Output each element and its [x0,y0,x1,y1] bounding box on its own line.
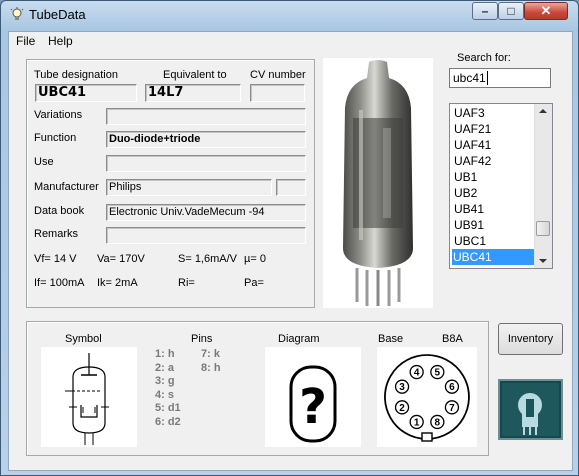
tube-list-item[interactable]: UB2 [453,185,536,201]
list-scrollbar[interactable] [534,104,552,268]
base-panel: 12 34 56 78 [377,347,477,447]
equivalent-header: Equivalent to [163,69,227,81]
pa-value: Pa= [244,277,264,289]
tube-list-item[interactable]: UB91 [453,217,536,233]
base-type-label: B8A [442,333,463,345]
search-input[interactable]: ubc41 [449,68,551,88]
base-pin-number: 7 [449,403,455,414]
if-value: If= 100mA [34,277,85,289]
menu-help[interactable]: Help [48,34,73,48]
designation-header: Tube designation [34,69,118,81]
menu-file[interactable]: File [16,34,35,48]
scroll-up-icon[interactable] [539,109,547,113]
base-pin-number: 5 [435,368,441,379]
tube-list-item[interactable]: UB41 [453,201,536,217]
pin-entry: 2: a [155,361,174,374]
databook-label: Data book [34,205,85,217]
maximize-icon: □ [507,4,515,18]
variations-field[interactable] [106,108,306,125]
diagram-label: Diagram [278,333,320,345]
tube-list-item[interactable]: UAF42 [453,153,536,169]
pin-entry: 4: s [155,388,174,401]
close-button[interactable]: ✕ [524,2,568,20]
cv-header: CV number [250,69,306,81]
pin-entry: 8: h [201,361,221,374]
remarks-label: Remarks [34,228,79,240]
pin-entry: 1: h [155,348,175,360]
manufacturer-field[interactable]: Philips [106,179,272,196]
scroll-down-icon[interactable] [539,259,547,263]
diagram-panel: ? [265,347,361,447]
tube-list-item[interactable]: UAF3 [453,105,536,121]
mu-value: µ= 0 [244,253,266,265]
va-value: Va= 170V [97,253,145,265]
base-pinout-icon: 12 34 56 78 [384,354,470,442]
use-field[interactable] [106,155,306,172]
search-value: ubc41 [453,71,486,85]
close-icon: ✕ [540,3,552,18]
app-window: TubeData – □ ✕ File Help Tube designatio… [0,0,579,476]
tube-list-item[interactable]: UBC1 [453,233,536,249]
manufacturer-extra-field[interactable] [276,179,306,196]
ik-value: Ik= 2mA [97,277,138,289]
pin-entry: 6: d2 [155,415,181,428]
window-title: TubeData [29,7,86,22]
tube-list-item[interactable]: UAF41 [453,137,536,153]
title-bar[interactable]: TubeData – □ ✕ [1,1,578,29]
bulb-icon [10,7,24,20]
tubedata-logo [498,379,563,440]
tube-list[interactable]: UAF3 UAF21 UAF41 UAF42 UB1 UB2 UB41 UB91 UBC1 UBC… [449,103,553,269]
variations-label: Variations [34,109,83,121]
databook-field[interactable]: Electronic Univ.VadeMecum -94 [106,204,306,221]
client-area: File Help Tube designation Equivalent to… [8,31,573,471]
base-pin-number: 3 [399,382,405,393]
base-pin-number: 1 [414,417,420,428]
function-label: Function [34,132,77,144]
remarks-field[interactable] [106,227,306,244]
tube-list-item[interactable]: UBC41 [452,249,537,265]
pin-entry: 3: g [155,375,175,387]
tube-list-item[interactable]: UB1 [453,169,536,185]
ri-value: Ri= [178,277,195,289]
use-label: Use [34,156,54,168]
base-label: Base [378,333,404,345]
base-pin-number: 4 [414,368,420,379]
minimize-button[interactable]: – [472,2,498,20]
symbol-label: Symbol [65,333,102,345]
s-value: S= 1,6mA/V [178,253,238,265]
cv-field[interactable] [250,84,305,102]
diagram-question-mark: ? [299,379,327,435]
pin-entry: 5: d1 [155,402,181,414]
function-field[interactable]: Duo-diode+triode [106,131,306,148]
menu-bar: File Help [9,32,572,51]
symbol-panel [41,347,137,447]
search-label: Search for: [457,52,511,64]
minimize-icon: – [481,4,489,18]
maximize-button[interactable]: □ [498,2,524,20]
scrollbar-thumb[interactable] [536,221,550,236]
base-pin-number: 2 [399,403,405,414]
pin-entry: 7: k [201,348,220,360]
equivalent-field[interactable]: 14L7 [145,84,241,102]
base-pin-number: 8 [435,417,441,428]
designation-field[interactable]: UBC41 [35,84,137,102]
manufacturer-label: Manufacturer [34,181,99,193]
tube-symbol-icon [65,353,109,445]
tube-photo [323,58,433,308]
tube-list-item[interactable]: UAF21 [453,121,536,137]
vf-value: Vf= 14 V [34,253,77,265]
pins-label: Pins [191,333,213,345]
inventory-button[interactable]: Inventory [498,323,563,355]
base-pin-number: 6 [449,382,455,393]
tube-logo-icon [500,381,561,438]
